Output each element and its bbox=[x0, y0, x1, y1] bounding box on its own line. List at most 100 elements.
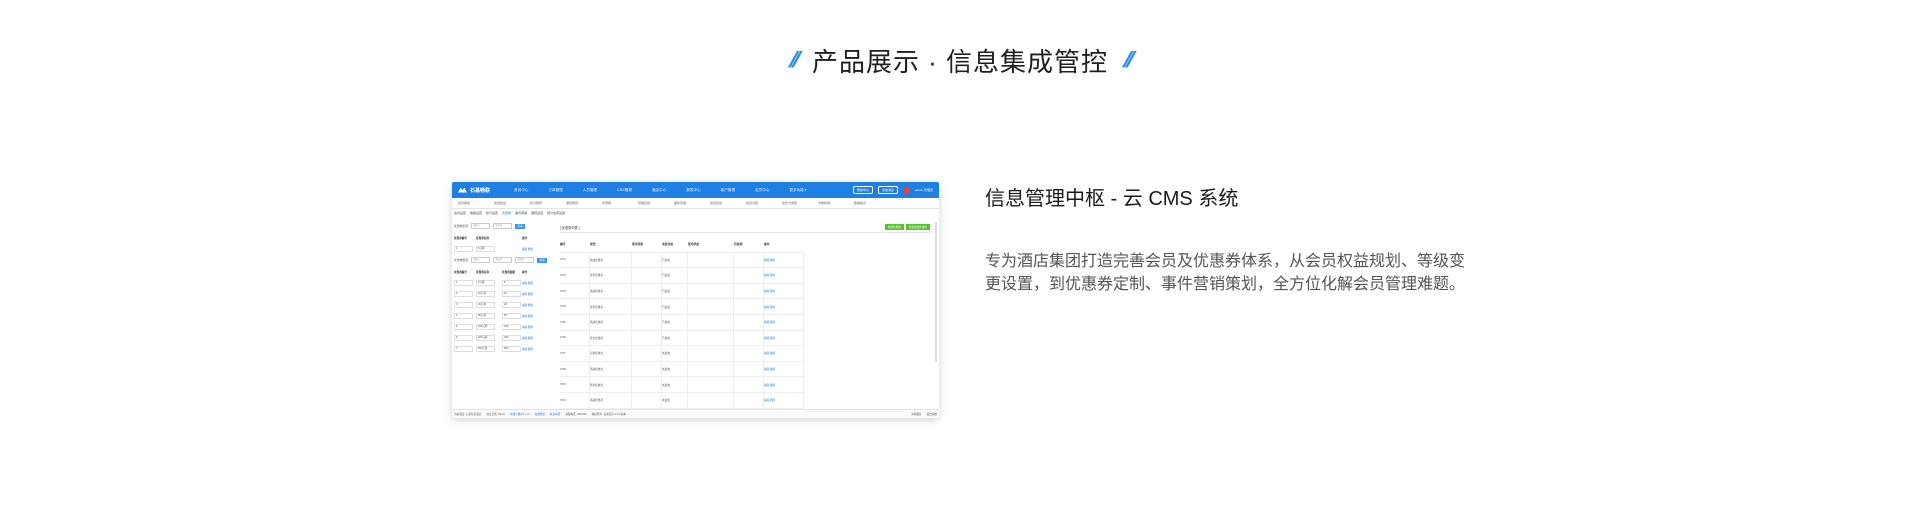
row-actions[interactable]: 编辑 删除 bbox=[522, 303, 552, 307]
slash-decoration-right: // bbox=[1121, 47, 1133, 72]
row-actions[interactable]: 编辑 删除 bbox=[522, 325, 552, 329]
subnav-item[interactable]: 会员标签 bbox=[710, 201, 746, 205]
clear-cache-button[interactable]: 清除缓存 bbox=[911, 412, 921, 416]
tab-row: 会员设置 等级设置 积分设置 优惠券 事件营销 储值设置 积分充值设置 bbox=[452, 209, 939, 217]
table-row: 1 5元券 编辑 删除 bbox=[454, 243, 552, 254]
table-row: 0710 满减优惠券 未发放 编辑 删除 bbox=[560, 392, 804, 409]
tab-event-marketing[interactable]: 事件营销 bbox=[515, 211, 527, 215]
topnav-item[interactable]: 报表中心 bbox=[686, 188, 700, 193]
topnav-more[interactable]: 更多功能 ▾ bbox=[789, 188, 806, 193]
tab-stored-value[interactable]: 储值设置 bbox=[531, 211, 543, 215]
row-actions[interactable]: 编辑 删除 bbox=[764, 377, 804, 392]
table-header: 优惠券编号 优惠券名称 优惠券面额 操作 bbox=[454, 270, 528, 274]
tab-points-recharge[interactable]: 积分充值设置 bbox=[547, 211, 565, 215]
table-row: 2 10元券 10 编辑 删除 bbox=[454, 288, 552, 299]
status-service: 客服电话: 400-820 bbox=[565, 413, 587, 416]
query-button[interactable]: 查询 bbox=[537, 257, 547, 263]
table-row: 1 5元券 5 编辑 删除 bbox=[454, 277, 552, 288]
description-text: 专为酒店集团打造完善会员及优惠券体系，从会员权益规划、等级变更设置，到优惠券定制… bbox=[985, 253, 1466, 293]
row-actions[interactable]: 编辑 删除 bbox=[522, 292, 552, 296]
filter-select[interactable]: 请选择 bbox=[493, 223, 512, 229]
tab-level-settings[interactable]: 等级设置 bbox=[470, 211, 482, 215]
description-title: 信息管理中枢 - 云 CMS 系统 bbox=[985, 188, 1239, 210]
table-header: 编号 类型 使用场景 发放状态 使用状态 有效期 操作 bbox=[560, 237, 804, 253]
row-actions[interactable]: 编辑 删除 bbox=[522, 347, 552, 351]
row-actions[interactable]: 编辑 删除 bbox=[764, 283, 804, 299]
scrollbar[interactable] bbox=[935, 222, 937, 362]
status-phone-link[interactable]: 联系电话 bbox=[550, 412, 560, 416]
row-actions[interactable]: 编辑 删除 bbox=[764, 392, 804, 408]
subnav-item[interactable]: 优惠券 bbox=[602, 201, 638, 205]
app-logo: 石基畅联 bbox=[458, 187, 490, 194]
subnav-item[interactable]: 会员分组 bbox=[746, 201, 782, 205]
filter-select[interactable]: 请选择 bbox=[493, 257, 512, 263]
row-actions[interactable]: 编辑 删除 bbox=[522, 281, 552, 285]
table-row: 0701 满减优惠券 已发放 编辑 删除 bbox=[560, 252, 804, 269]
table-row: 0704 折扣优惠券 已发放 编辑 删除 bbox=[560, 299, 804, 315]
subnav-item[interactable]: 积分规则 bbox=[530, 201, 566, 205]
filter-input[interactable]: 请输入 bbox=[471, 223, 490, 229]
row-actions[interactable]: 编辑 删除 bbox=[764, 314, 804, 330]
topnav-item[interactable]: 订单管理 bbox=[548, 188, 562, 193]
message-button[interactable]: 系统消息 bbox=[877, 186, 898, 194]
tab-coupons[interactable]: 优惠券 bbox=[502, 211, 511, 215]
filter-select[interactable]: 请选择 bbox=[515, 257, 534, 263]
add-coupon-button[interactable]: 新增优惠券 bbox=[884, 224, 904, 230]
topnav-item[interactable]: 酒店中心 bbox=[652, 188, 666, 193]
list-toolbar: [ 优惠券列表 ] 新增优惠券 批量发放优惠券 bbox=[560, 222, 930, 233]
coupon-list-table: 编号 类型 使用场景 发放状态 使用状态 有效期 操作 0701 满减优惠券 已发放… bbox=[560, 237, 804, 418]
row-actions[interactable]: 编辑 删除 bbox=[522, 247, 552, 251]
status-help-link[interactable]: 在线帮助 bbox=[535, 412, 545, 416]
row-actions[interactable]: 编辑 删除 bbox=[764, 346, 804, 361]
topnav-item[interactable]: 人员管理 bbox=[583, 188, 597, 193]
subnav-item[interactable]: 数据报表 bbox=[854, 201, 890, 205]
row-actions[interactable]: 编辑 删除 bbox=[764, 299, 804, 314]
row-actions[interactable]: 编辑 删除 bbox=[522, 336, 552, 340]
topnav-item[interactable]: CRS管理 bbox=[617, 188, 632, 193]
subnav-item[interactable]: 卡券核销 bbox=[818, 201, 854, 205]
top-right-tools: 帮助中心 系统消息 admin 管理员 bbox=[852, 186, 933, 194]
coupon-value-table: 优惠券编号 优惠券名称 优惠券面额 操作 1 5元券 5 编辑 删除 2 10元券 10 编… bbox=[454, 266, 552, 354]
subnav-item[interactable]: 营销活动 bbox=[638, 201, 674, 205]
topnav-item[interactable]: 会员中心 bbox=[755, 188, 769, 193]
row-actions[interactable]: 编辑 删除 bbox=[764, 330, 804, 346]
table-row: 0705 满减优惠券 已发放 编辑 删除 bbox=[560, 314, 804, 331]
row-actions[interactable]: 编辑 删除 bbox=[764, 361, 804, 377]
status-hotel: 当前酒店: 石基信息酒店 bbox=[454, 413, 482, 416]
avatar[interactable] bbox=[902, 186, 910, 194]
subnav-item[interactable]: 事件营销 bbox=[674, 201, 710, 205]
filter-row-2: 优惠券类型 请输入 请选择 请选择 查询 bbox=[454, 256, 554, 264]
topnav-item[interactable]: 首页中心 bbox=[514, 188, 528, 193]
right-pane: [ 优惠券列表 ] 新增优惠券 批量发放优惠券 编号 类型 使用场景 发放状态 … bbox=[560, 222, 930, 418]
row-actions[interactable]: 编辑 删除 bbox=[764, 252, 804, 268]
subnav-item[interactable]: 会员权益 bbox=[494, 201, 530, 205]
filter-row: 优惠券名称 请输入 请选择 查询 bbox=[454, 222, 554, 230]
list-title: [ 优惠券列表 ] bbox=[560, 225, 580, 230]
subnav-item[interactable]: 会员等级 bbox=[458, 201, 494, 205]
table-header: 优惠券编号 优惠券名称 操作 bbox=[454, 236, 528, 240]
coupon-mini-table: 优惠券编号 优惠券名称 操作 1 5元券 编辑 删除 bbox=[454, 232, 552, 254]
logout-button[interactable]: 退出系统 bbox=[927, 412, 937, 416]
query-button[interactable]: 查询 bbox=[515, 223, 525, 229]
section-title: 产品展示 · 信息集成管控 bbox=[811, 46, 1109, 77]
table-row: 4 50元券 50 编辑 删除 bbox=[454, 310, 552, 321]
subnav-item[interactable]: 会员卡类型 bbox=[782, 201, 818, 205]
status-online[interactable]: 在线人数(0人) 10 bbox=[510, 412, 530, 416]
status-date: 营业日期: 02-01 bbox=[486, 413, 505, 416]
row-actions[interactable]: 编辑 删除 bbox=[522, 314, 552, 318]
row-actions[interactable]: 编辑 删除 bbox=[764, 268, 804, 283]
help-button[interactable]: 帮助中心 bbox=[852, 186, 873, 194]
batch-issue-button[interactable]: 批量发放优惠券 bbox=[905, 224, 930, 230]
topnav-item[interactable]: 客户管理 bbox=[721, 188, 735, 193]
tab-points-settings[interactable]: 积分设置 bbox=[486, 211, 498, 215]
tab-member-settings[interactable]: 会员设置 bbox=[454, 211, 466, 215]
filter-input[interactable]: 请输入 bbox=[471, 257, 490, 263]
subnav-item[interactable]: 储值规则 bbox=[566, 201, 602, 205]
table-row: 0707 兑换优惠券 未发放 编辑 删除 bbox=[560, 346, 804, 362]
table-row: 0709 折扣优惠券 未发放 编辑 删除 bbox=[560, 377, 804, 393]
table-row: 0703 满减优惠券 已发放 编辑 删除 bbox=[560, 283, 804, 300]
app-topbar: 石基畅联 首页中心 订单管理 人员管理 CRS管理 酒店中心 报表中心 客户管理… bbox=[452, 182, 939, 198]
user-name[interactable]: admin 管理员 bbox=[915, 188, 933, 192]
filter-label: 优惠券名称 bbox=[454, 224, 468, 228]
table-row: 0706 折扣优惠券 已发放 编辑 删除 bbox=[560, 330, 804, 347]
